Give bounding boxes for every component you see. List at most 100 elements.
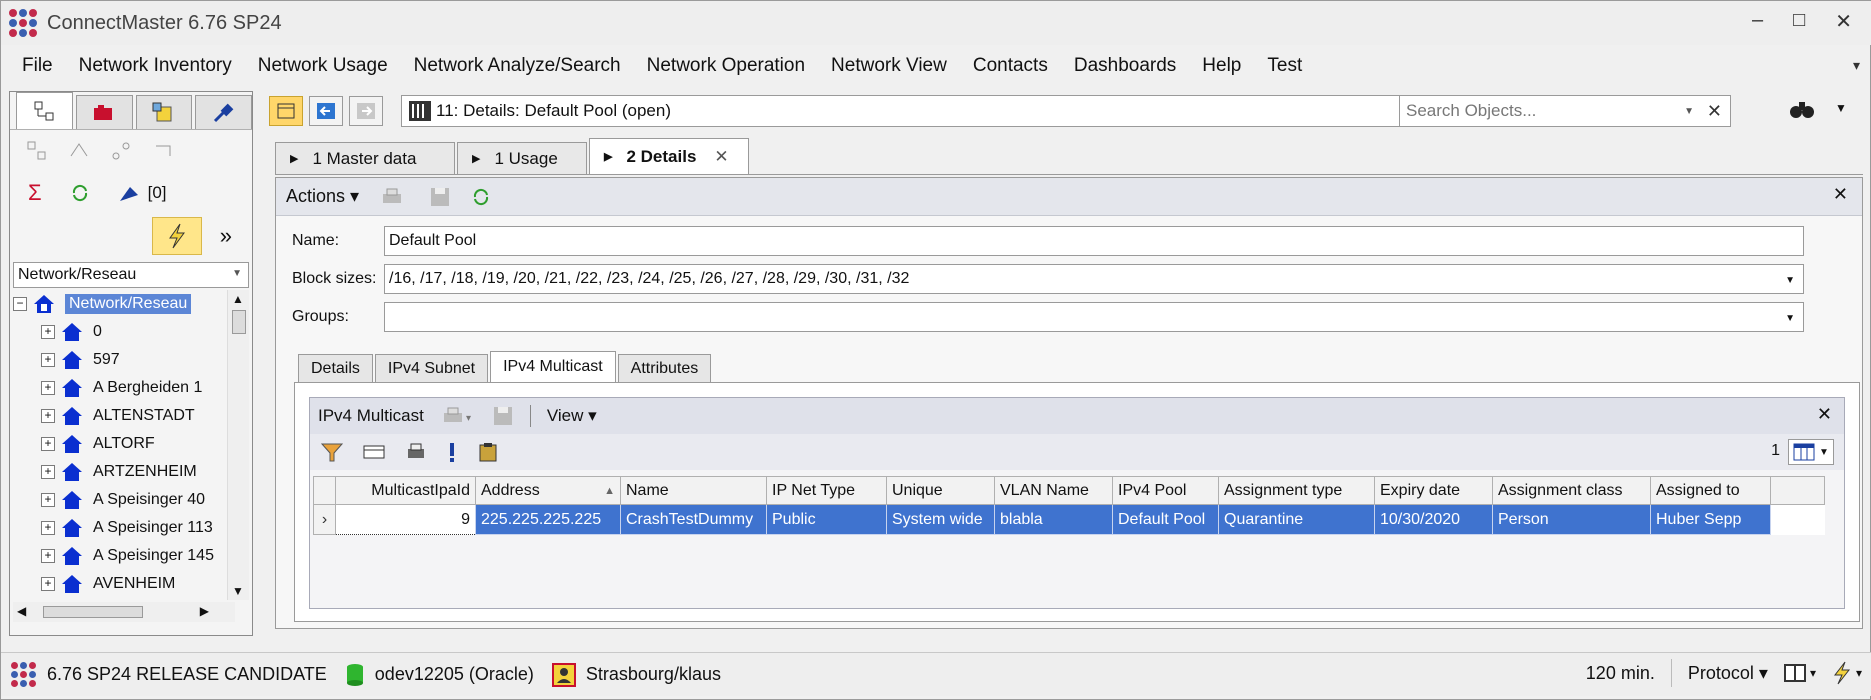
table-cell[interactable]: Huber Sepp (1650, 504, 1771, 535)
menu-chevron-down-icon[interactable]: ▾ (1853, 57, 1860, 74)
expand-icon[interactable]: + (41, 325, 55, 339)
maximize-button[interactable]: □ (1793, 9, 1805, 34)
column-header[interactable]: IPv4 Pool (1112, 476, 1219, 505)
subtab-details[interactable]: Details (298, 354, 373, 382)
column-header[interactable]: Name (620, 476, 767, 505)
object-path-combo[interactable]: 11: Details: Default Pool (open) ▼ (401, 95, 1515, 127)
filter-icon[interactable] (320, 441, 344, 463)
exclamation-icon[interactable] (446, 441, 458, 463)
tab-tools[interactable] (135, 95, 193, 129)
node-add-icon[interactable] (26, 140, 48, 162)
tree-horizontal-scrollbar[interactable]: ◀ ▶ (13, 602, 235, 622)
binoculars-icon[interactable] (1789, 97, 1815, 121)
quick-action-button[interactable] (151, 217, 202, 255)
table-cell[interactable]: Person (1492, 504, 1651, 535)
search-objects-input[interactable]: Search Objects... ▼ ✕ (1399, 95, 1731, 127)
sum-icon[interactable]: Σ (28, 180, 42, 206)
expand-icon[interactable]: + (41, 549, 55, 563)
name-field[interactable]: Default Pool (384, 226, 1804, 256)
search-options-chevron-icon[interactable]: ▼ (1835, 101, 1847, 115)
tree-node[interactable]: + A Bergheiden 1 (13, 374, 235, 402)
table-cell[interactable]: 10/30/2020 (1374, 504, 1493, 535)
menu-network-usage[interactable]: Network Usage (245, 55, 401, 77)
close-button[interactable]: ✕ (1835, 9, 1852, 34)
tab-hierarchy[interactable] (16, 92, 73, 129)
scroll-thumb[interactable] (43, 606, 143, 618)
chevron-down-icon[interactable]: ▼ (1684, 106, 1694, 117)
home-button[interactable] (269, 96, 303, 126)
menu-test[interactable]: Test (1254, 55, 1315, 77)
print-icon[interactable] (379, 186, 409, 208)
tree-node[interactable]: + A Speisinger 40 (13, 486, 235, 514)
collapse-icon[interactable]: − (13, 297, 27, 311)
column-header[interactable]: VLAN Name (994, 476, 1113, 505)
print-icon[interactable]: ▾ (440, 405, 476, 427)
save-icon[interactable] (429, 186, 451, 208)
node-link-icon[interactable] (110, 140, 132, 162)
table-cell[interactable]: Quarantine (1218, 504, 1375, 535)
tree-node[interactable]: + ALTORF (13, 430, 235, 458)
table-cell[interactable]: blabla (994, 504, 1113, 535)
chevron-down-icon[interactable]: ▼ (1785, 275, 1795, 286)
menu-network-view[interactable]: Network View (818, 55, 960, 77)
tree-vertical-scrollbar[interactable]: ▲ ▼ (227, 290, 249, 600)
refresh-icon[interactable] (70, 183, 90, 203)
quick-action-menu-button[interactable]: ▾ (1832, 661, 1862, 685)
expand-icon[interactable]: + (41, 577, 55, 591)
protocol-menu-button[interactable]: Protocol ▾ (1688, 663, 1768, 684)
menu-network-operation[interactable]: Network Operation (634, 55, 818, 77)
table-cell[interactable]: Default Pool (1112, 504, 1219, 535)
refresh-icon[interactable] (471, 187, 491, 207)
expand-icon[interactable]: + (41, 437, 55, 451)
column-header[interactable]: Unique (886, 476, 995, 505)
table-cell[interactable]: 225.225.225.225 (475, 504, 621, 535)
close-details-icon[interactable]: ✕ (1833, 184, 1848, 205)
subtab-ipv4-multicast[interactable]: IPv4 Multicast (490, 351, 616, 382)
close-multicast-icon[interactable]: ✕ (1817, 404, 1832, 425)
column-header[interactable]: IP Net Type (766, 476, 887, 505)
expand-more-button[interactable]: » (220, 223, 232, 249)
subtab-attributes[interactable]: Attributes (617, 354, 712, 382)
tree-node[interactable]: + ARTZENHEIM (13, 458, 235, 486)
row-selector[interactable]: › (313, 504, 336, 535)
tab-master-data[interactable]: ▶ 1 Master data (275, 142, 455, 174)
expand-icon[interactable]: + (41, 381, 55, 395)
print-preview-icon[interactable] (404, 441, 428, 463)
scroll-up-icon[interactable]: ▲ (232, 292, 244, 306)
table-cell[interactable]: 9 (335, 504, 476, 535)
column-header[interactable]: Assignment type (1218, 476, 1375, 505)
tree-node[interactable]: + A Speisinger 145 (13, 542, 235, 570)
network-selector[interactable]: Network/Reseau ▼ (13, 262, 249, 288)
menu-help[interactable]: Help (1189, 55, 1254, 77)
columns-icon[interactable] (362, 441, 386, 463)
tree-node[interactable]: + 597 (13, 346, 235, 374)
menu-file[interactable]: File (9, 55, 66, 77)
expand-icon[interactable]: + (41, 409, 55, 423)
tab-details[interactable]: ▶ 2 Details ✕ (589, 138, 749, 174)
node-move-icon[interactable] (152, 140, 174, 162)
scroll-right-icon[interactable]: ▶ (200, 604, 209, 618)
table-row[interactable]: › 9 225.225.225.225 CrashTestDummy Publi… (313, 504, 1825, 535)
menu-contacts[interactable]: Contacts (960, 55, 1061, 77)
clear-search-icon[interactable]: ✕ (1707, 101, 1722, 122)
column-header-address[interactable]: Address ▲ (475, 476, 621, 505)
layout-menu-button[interactable]: ▾ (1783, 664, 1816, 682)
column-header[interactable]: MulticastIpaId (335, 476, 476, 505)
menu-network-analyze-search[interactable]: Network Analyze/Search (401, 55, 634, 77)
back-button[interactable] (309, 96, 343, 126)
expand-icon[interactable]: + (41, 521, 55, 535)
column-header[interactable]: Assigned to (1650, 476, 1771, 505)
grid-layout-button[interactable]: ▼ (1788, 439, 1834, 465)
table-cell[interactable]: CrashTestDummy (620, 504, 767, 535)
minimize-button[interactable]: – (1752, 9, 1763, 34)
expand-icon[interactable]: + (41, 493, 55, 507)
menu-dashboards[interactable]: Dashboards (1061, 55, 1189, 77)
menu-network-inventory[interactable]: Network Inventory (66, 55, 245, 77)
groups-field[interactable]: ▼ (384, 302, 1804, 332)
column-header[interactable]: Assignment class (1492, 476, 1651, 505)
scroll-left-icon[interactable]: ◀ (17, 604, 26, 618)
table-cell[interactable]: Public (766, 504, 887, 535)
expand-icon[interactable]: + (41, 353, 55, 367)
tree-node[interactable]: + AVENHEIM (13, 570, 235, 598)
tab-devices[interactable] (75, 95, 133, 129)
